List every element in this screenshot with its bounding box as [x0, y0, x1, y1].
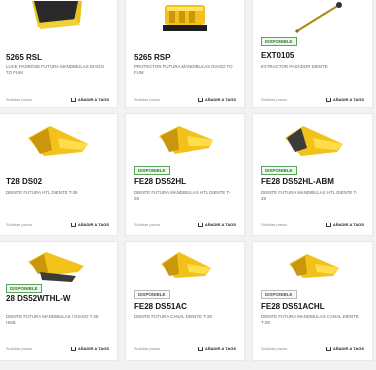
- price-request-link[interactable]: Solicitar precio: [134, 222, 160, 227]
- product-card[interactable]: 5265 RSP PROTECTOR FUTURA MANDIBULAS DIA…: [125, 0, 245, 108]
- product-image[interactable]: [253, 242, 372, 296]
- cart-icon: [325, 222, 331, 227]
- cart-icon: [325, 97, 331, 102]
- product-sku[interactable]: FE28 DS52HL-ABM: [261, 177, 334, 186]
- cart-icon: [70, 346, 76, 351]
- product-footer: Solicitar precio AÑADIR A TAGS: [134, 346, 236, 351]
- product-sku[interactable]: 28 DS52WTHL-W: [6, 294, 96, 303]
- product-image[interactable]: [0, 0, 117, 51]
- price-request-link[interactable]: Solicitar precio: [261, 222, 287, 227]
- product-description: DIENTE FUTURA MANDIBULAS / DIAGO T-28 HI…: [6, 314, 99, 325]
- product-image[interactable]: [126, 242, 244, 296]
- bucket-tooth-icon: [288, 254, 339, 278]
- product-card[interactable]: DISPONIBLE FE28 DS51ACHL DIENTE FUTURA M…: [252, 241, 373, 361]
- status-badge: DISPONIBLE: [134, 290, 170, 299]
- product-footer: Solicitar precio AÑADIR A TAGS: [134, 97, 236, 102]
- product-card[interactable]: T28 DS02 DIENTE FUTURA HTL DIENTE T-28 S…: [0, 113, 118, 236]
- status-badge: DISPONIBLE: [6, 284, 42, 293]
- add-to-cart-button[interactable]: AÑADIR A TAGS: [197, 222, 236, 227]
- bucket-tooth-dark-icon: [284, 126, 343, 156]
- product-sku[interactable]: 5265 RSP: [134, 53, 170, 62]
- cart-icon: [197, 346, 203, 351]
- product-footer: Solicitar precio AÑADIR A TAGS: [261, 346, 364, 351]
- product-sku[interactable]: 5265 RSL: [6, 53, 42, 62]
- add-to-cart-label: AÑADIR A TAGS: [332, 97, 364, 102]
- bucket-tooth-icon: [161, 252, 211, 278]
- product-footer: Solicitar precio AÑADIR A TAGS: [6, 97, 109, 102]
- bucket-tooth-icon: [27, 126, 88, 156]
- price-request-link[interactable]: Solicitar precio: [261, 346, 287, 351]
- cart-icon: [325, 346, 331, 351]
- product-description: DIENTE FUTURA MANDIBULAS HTL DIENTE T-28: [261, 190, 358, 201]
- price-request-link[interactable]: Solicitar precio: [134, 97, 160, 102]
- cart-icon: [70, 222, 76, 227]
- cart-icon: [70, 97, 76, 102]
- add-to-cart-label: AÑADIR A TAGS: [204, 97, 236, 102]
- product-grid: 5265 RSL LUCE PADROSE FUTURA MANDIBULAS …: [0, 0, 373, 366]
- add-to-cart-button[interactable]: AÑADIR A TAGS: [325, 97, 364, 102]
- product-sku[interactable]: FE28 DS51AC: [134, 302, 187, 311]
- product-footer: Solicitar precio AÑADIR A TAGS: [134, 222, 236, 227]
- product-footer: Solicitar precio AÑADIR A TAGS: [6, 346, 109, 351]
- product-sku[interactable]: FE28 DS52HL: [134, 177, 186, 186]
- bucket-blade-icon: [31, 1, 82, 29]
- cart-icon: [197, 97, 203, 102]
- product-description: DIENTE FUTURA MANDIBULAS HTL DIENTE T-28: [134, 190, 231, 201]
- product-description: EXTRACTOR PASADOR DIENTE: [261, 64, 328, 69]
- product-footer: Solicitar precio AÑADIR A TAGS: [261, 222, 364, 227]
- cart-icon: [197, 222, 203, 227]
- add-to-cart-button[interactable]: AÑADIR A TAGS: [70, 222, 109, 227]
- product-sku[interactable]: EXT0105: [261, 51, 294, 60]
- product-image[interactable]: [0, 120, 117, 174]
- product-image[interactable]: [253, 118, 372, 172]
- status-badge: DISPONIBLE: [261, 37, 297, 46]
- add-to-cart-label: AÑADIR A TAGS: [332, 346, 364, 351]
- bucket-shroud-icon: [163, 5, 207, 31]
- product-sku[interactable]: T28 DS02: [6, 177, 42, 186]
- product-description: DIENTE FUTURA CANAL DIENTE T-28: [134, 314, 212, 319]
- add-to-cart-button[interactable]: AÑADIR A TAGS: [70, 97, 109, 102]
- add-to-cart-button[interactable]: AÑADIR A TAGS: [197, 346, 236, 351]
- add-to-cart-label: AÑADIR A TAGS: [77, 97, 109, 102]
- add-to-cart-label: AÑADIR A TAGS: [204, 222, 236, 227]
- price-request-link[interactable]: Solicitar precio: [6, 222, 32, 227]
- status-badge: DISPONIBLE: [261, 290, 297, 299]
- price-request-link[interactable]: Solicitar precio: [261, 97, 287, 102]
- price-request-link[interactable]: Solicitar precio: [134, 346, 160, 351]
- product-card[interactable]: DISPONIBLE FE28 DS52HL-ABM DIENTE FUTURA…: [252, 113, 373, 236]
- product-description: LUCE PADROSE FUTURA MANDIBULAS DIAGO TO …: [6, 64, 104, 75]
- product-card[interactable]: DISPONIBLE 28 DS52WTHL-W DIENTE FUTURA M…: [0, 241, 118, 361]
- product-footer: Solicitar precio AÑADIR A TAGS: [6, 222, 109, 227]
- product-card[interactable]: DISPONIBLE FE28 DS51AC DIENTE FUTURA CAN…: [125, 241, 245, 361]
- add-to-cart-label: AÑADIR A TAGS: [332, 222, 364, 227]
- product-card[interactable]: 5265 RSL LUCE PADROSE FUTURA MANDIBULAS …: [0, 0, 118, 108]
- add-to-cart-label: AÑADIR A TAGS: [204, 346, 236, 351]
- product-card[interactable]: DISPONIBLE FE28 DS52HL DIENTE FUTURA MAN…: [125, 113, 245, 236]
- status-badge: DISPONIBLE: [134, 166, 170, 175]
- product-footer: Solicitar precio AÑADIR A TAGS: [261, 97, 364, 102]
- add-to-cart-label: AÑADIR A TAGS: [77, 346, 109, 351]
- product-card[interactable]: DISPONIBLE EXT0105 EXTRACTOR PASADOR DIE…: [252, 0, 373, 108]
- price-request-link[interactable]: Solicitar precio: [6, 346, 32, 351]
- add-to-cart-button[interactable]: AÑADIR A TAGS: [325, 346, 364, 351]
- add-to-cart-button[interactable]: AÑADIR A TAGS: [197, 97, 236, 102]
- product-description: DIENTE FUTURA MANDIBULAS CANAL DIENTE T-…: [261, 314, 359, 325]
- product-image[interactable]: [126, 0, 244, 51]
- add-to-cart-button[interactable]: AÑADIR A TAGS: [70, 346, 109, 351]
- price-request-link[interactable]: Solicitar precio: [6, 97, 32, 102]
- product-description: PROTECTOR FUTURA MANDIBULAS DIAGO TO FUM: [134, 64, 233, 75]
- add-to-cart-label: AÑADIR A TAGS: [77, 222, 109, 227]
- status-badge: DISPONIBLE: [261, 166, 297, 175]
- product-sku[interactable]: FE28 DS51ACHL: [261, 302, 325, 311]
- add-to-cart-button[interactable]: AÑADIR A TAGS: [325, 222, 364, 227]
- product-description: DIENTE FUTURA HTL DIENTE T-28: [6, 190, 78, 195]
